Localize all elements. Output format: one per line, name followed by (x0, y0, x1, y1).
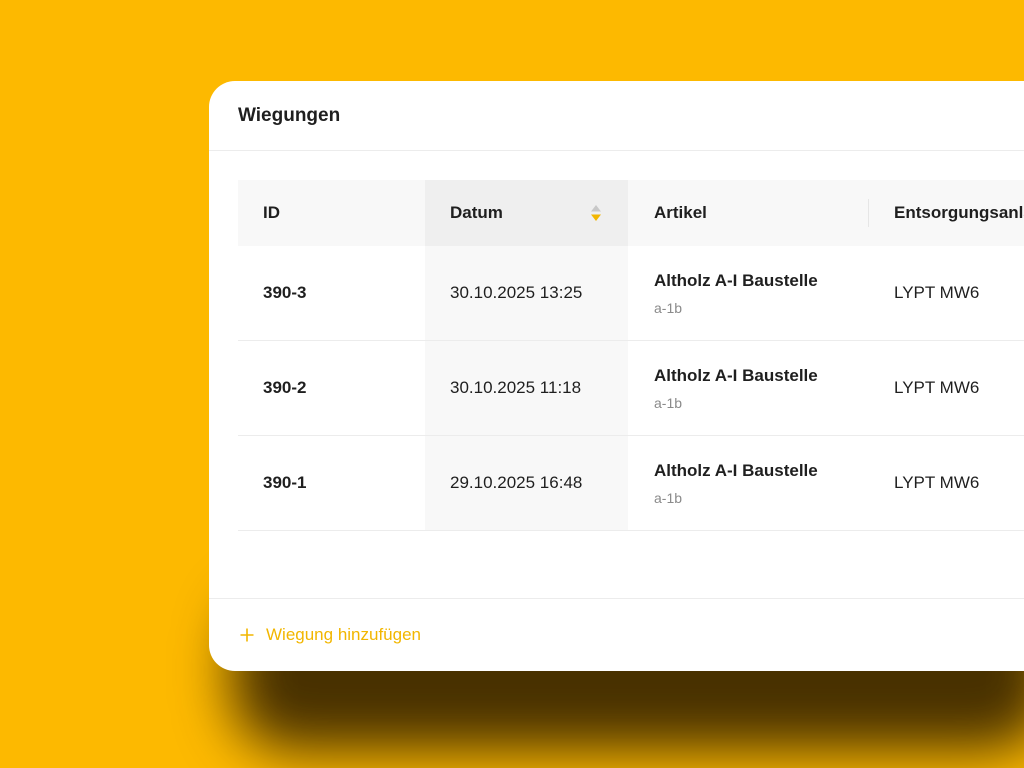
card-header: Wiegungen (209, 81, 1024, 151)
add-weighing-label: Wiegung hinzufügen (266, 625, 422, 644)
cell-entsorgungsanlage: LYPT MW6 (894, 283, 980, 302)
plus-icon (240, 628, 254, 642)
cell-datum: 30.10.2025 13:25 (425, 246, 628, 340)
column-header-entsorgungsanlage[interactable]: Entsorgungsanlage (868, 180, 1024, 246)
cell-entsorgungsanlage: LYPT MW6 (894, 473, 980, 492)
table-header: ID Datum Artikel Entsorgungsanlage (238, 180, 1024, 246)
artikel-name: Altholz A-I Baustelle (654, 270, 818, 290)
cell-artikel: Altholz A-I Baustelle a-1b (628, 246, 868, 340)
card-footer: Wiegung hinzufügen (209, 598, 1024, 671)
cell-id: 390-2 (263, 378, 307, 397)
column-header-datum[interactable]: Datum (425, 180, 628, 246)
weighings-table: ID Datum Artikel Entsorgungsanlage 390-3… (238, 180, 1024, 531)
card-title: Wiegungen (238, 104, 341, 126)
cell-id: 390-1 (263, 473, 307, 492)
weighings-card: Wiegungen ID Datum Artikel Entsorgungsan… (209, 81, 1024, 671)
cell-datum: 30.10.2025 11:18 (425, 341, 628, 435)
cell-entsorgungsanlage: LYPT MW6 (894, 378, 980, 397)
artikel-name: Altholz A-I Baustelle (654, 460, 818, 480)
artikel-name: Altholz A-I Baustelle (654, 365, 818, 385)
artikel-code: a-1b (654, 489, 683, 506)
cell-artikel: Altholz A-I Baustelle a-1b (628, 436, 868, 530)
column-header-label: Artikel (654, 203, 707, 222)
table-row[interactable]: 390-2 30.10.2025 11:18 Altholz A-I Baust… (238, 341, 1024, 436)
column-header-id[interactable]: ID (238, 180, 425, 246)
cell-id: 390-3 (263, 283, 307, 302)
artikel-code: a-1b (654, 299, 683, 316)
column-header-label: Entsorgungsanlage (894, 203, 1024, 222)
table-row[interactable]: 390-3 30.10.2025 13:25 Altholz A-I Baust… (238, 246, 1024, 341)
column-header-artikel[interactable]: Artikel (628, 180, 868, 246)
artikel-code: a-1b (654, 394, 683, 411)
sort-up-down-icon[interactable] (590, 204, 602, 222)
cell-artikel: Altholz A-I Baustelle a-1b (628, 341, 868, 435)
cell-datum: 29.10.2025 16:48 (425, 436, 628, 530)
column-header-label: ID (263, 203, 280, 222)
column-header-label: Datum (450, 203, 503, 222)
add-weighing-button[interactable]: Wiegung hinzufügen (240, 625, 421, 645)
table-row[interactable]: 390-1 29.10.2025 16:48 Altholz A-I Baust… (238, 436, 1024, 531)
